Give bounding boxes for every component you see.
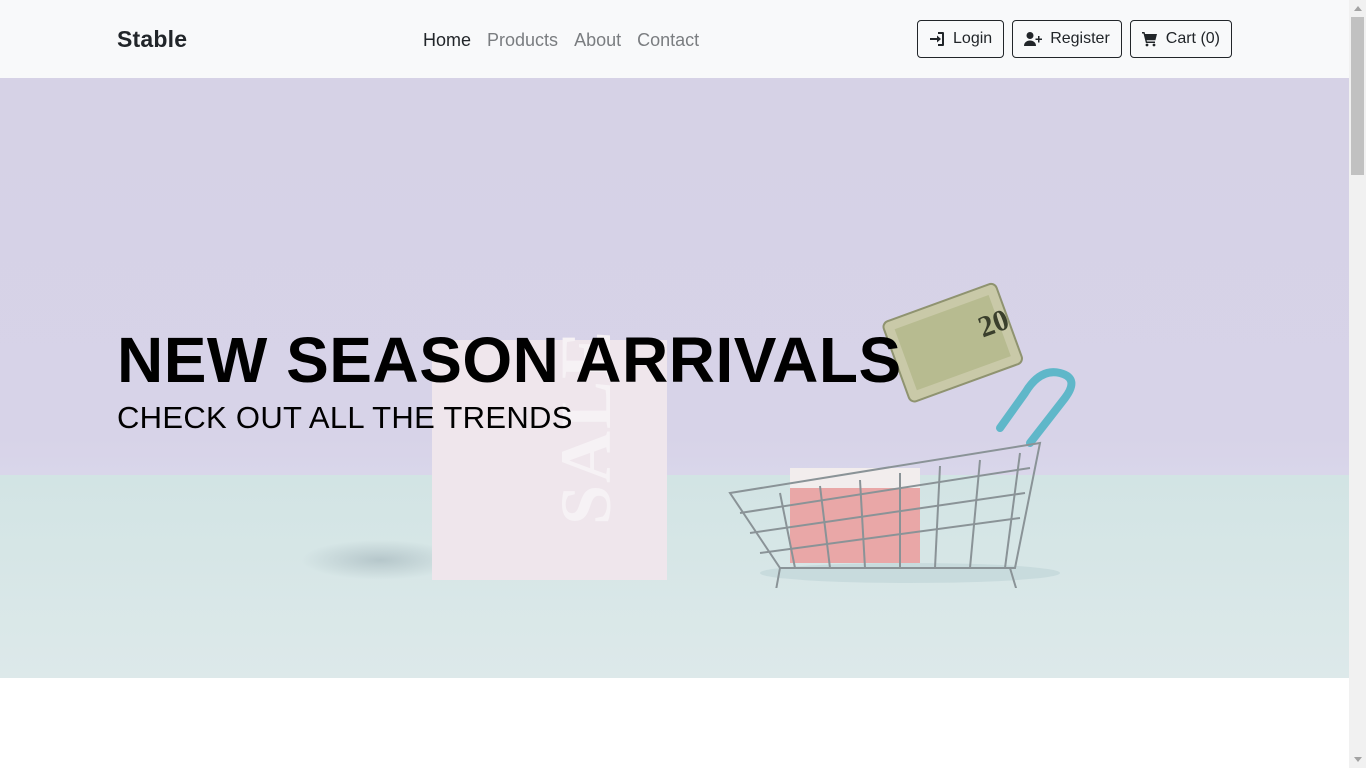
login-label: Login xyxy=(953,30,993,47)
hero-banner: SALE 20 NEW SEASON ARRIVALS CHECK OUT AL… xyxy=(0,78,1349,678)
hero-subtitle: CHECK OUT ALL THE TRENDS xyxy=(117,400,573,435)
cart-button[interactable]: Cart (0) xyxy=(1129,20,1232,58)
sign-in-icon xyxy=(930,32,945,46)
navbar: Stable Home Products About Contact Login xyxy=(0,0,1349,78)
vertical-scrollbar[interactable] xyxy=(1349,0,1366,768)
hero-title: NEW SEASON ARRIVALS xyxy=(117,324,902,396)
scroll-down-arrow-icon[interactable] xyxy=(1349,751,1366,768)
nav-link-contact[interactable]: Contact xyxy=(637,29,699,51)
nav-link-products[interactable]: Products xyxy=(487,29,558,51)
scroll-up-arrow-icon[interactable] xyxy=(1349,0,1366,17)
hero-floor xyxy=(0,475,1349,678)
cart-label: Cart (0) xyxy=(1165,30,1220,47)
register-label: Register xyxy=(1050,30,1110,47)
cart-icon xyxy=(1141,32,1157,47)
nav-buttons: Login Register Cart (0) xyxy=(917,20,1232,58)
register-button[interactable]: Register xyxy=(1012,20,1122,58)
scroll-thumb[interactable] xyxy=(1351,17,1364,175)
user-plus-icon xyxy=(1024,32,1043,46)
page: Stable Home Products About Contact Login xyxy=(0,0,1349,768)
shopping-cart-image: 20 xyxy=(728,282,1076,588)
brand-logo[interactable]: Stable xyxy=(117,26,187,53)
login-button[interactable]: Login xyxy=(917,20,1005,58)
nav-links: Home Products About Contact xyxy=(423,29,715,51)
nav-link-home[interactable]: Home xyxy=(423,29,471,51)
nav-link-about[interactable]: About xyxy=(574,29,621,51)
